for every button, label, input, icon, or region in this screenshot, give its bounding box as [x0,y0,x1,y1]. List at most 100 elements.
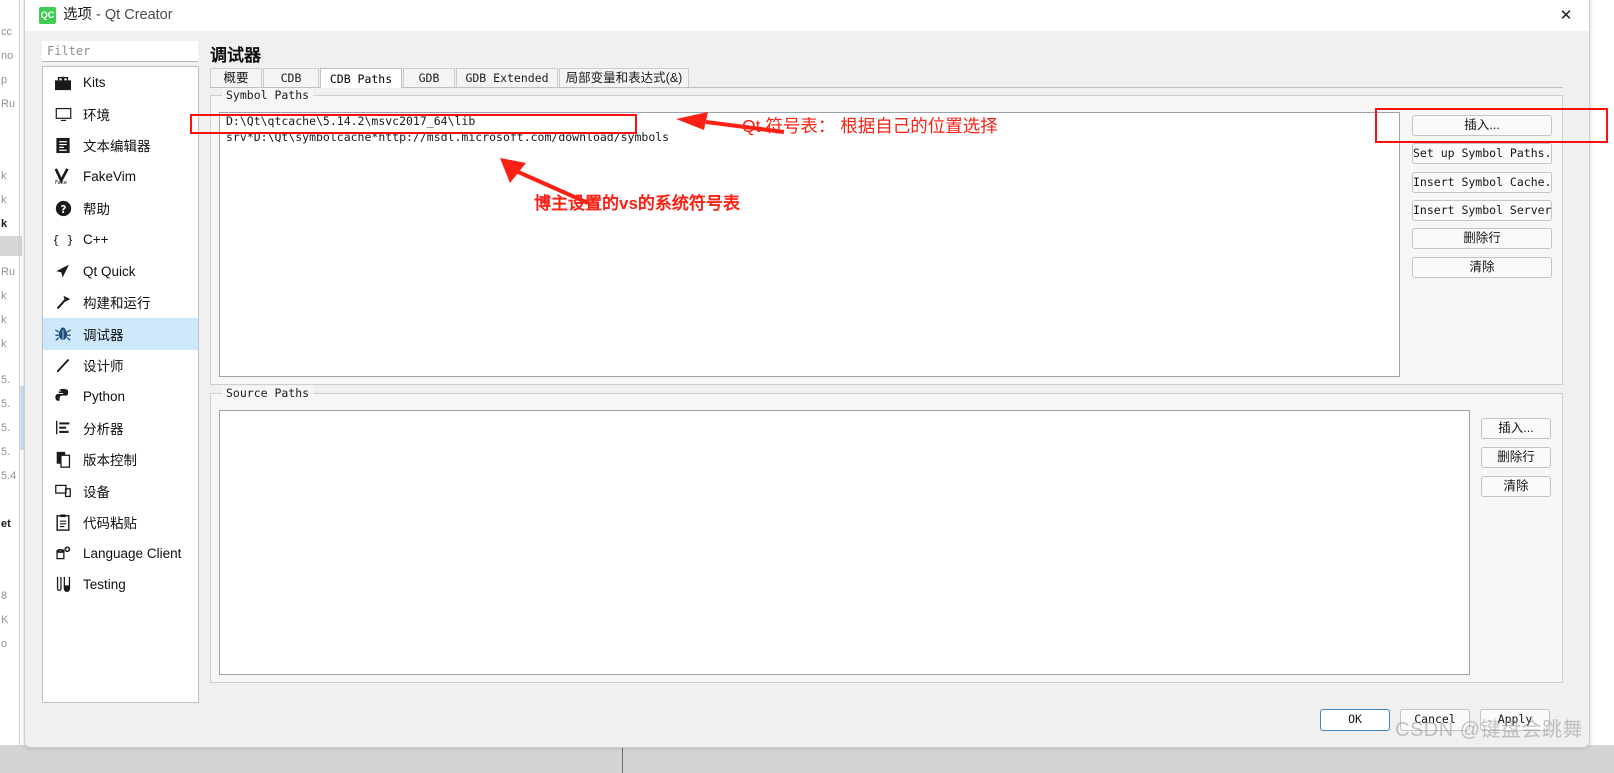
text-editor-icon [52,135,74,155]
sidebar-item-[interactable]: 设备 [43,475,198,506]
sidebar-item-label: 代码粘贴 [83,516,137,532]
symbol-paths-button-4[interactable]: 删除行 [1412,228,1552,250]
background-text-line: cc [1,26,12,38]
symbol-paths-button-5[interactable]: 清除 [1412,256,1552,278]
sidebar-item-label: 文本编辑器 [83,139,151,155]
ok-button[interactable]: OK [1320,709,1390,731]
source-paths-button-1[interactable]: 删除行 [1481,447,1551,468]
sidebar-item-label: 环境 [83,108,110,124]
sidebar-item-label: 构建和运行 [83,296,151,312]
sidebar-item-python[interactable]: Python [43,381,198,412]
sidebar-item-[interactable]: 分析器 [43,412,198,443]
version-control-icon [52,449,74,469]
pencil-icon [52,355,74,375]
source-paths-group-label: Source Paths [222,386,314,400]
sidebar-item-label: Python [83,389,126,405]
braces-icon: { } [52,230,74,250]
background-editor-strip: ccnopRukkkBuRukkk5.5.5.5.5.4et8Ko [0,0,24,773]
sidebar-item-label: 帮助 [83,202,110,218]
analyzer-icon [52,418,74,438]
close-icon[interactable]: ✕ [1543,0,1589,31]
settings-category-list[interactable]: Kits 环境文本编辑器 Fake FakeVim? 帮助 { } C++ Qt Quick 构… [42,66,199,703]
python-icon [52,387,74,407]
help-icon: ? [52,198,74,218]
sidebar-item-[interactable]: 代码粘贴 [43,506,198,537]
sidebar-item-[interactable]: 环境 [43,98,198,129]
background-text-line: p [1,74,8,86]
paper-plane-icon [52,261,74,281]
sidebar-item-label: 设计师 [83,359,124,375]
background-statusbar [0,745,1614,773]
symbol-paths-button-2[interactable]: Insert Symbol Cache... [1412,171,1552,193]
background-text-line: o [1,638,8,650]
sidebar-item-label: 设备 [83,484,110,500]
tab-cdb[interactable]: CDB [263,68,319,87]
symbol-paths-list[interactable]: D:\Qt\qtcache\5.14.2\msvc2017_64\lib srv*… [219,112,1400,377]
background-text-line: 5. [1,398,11,410]
background-text-line: 5. [1,422,11,434]
sidebar-item-label: Kits [83,75,106,91]
tab-tab0[interactable]: 概要 [210,68,262,87]
background-text-line: 5. [1,446,11,458]
svg-text:?: ? [60,205,66,216]
tab-cdb-paths[interactable]: CDB Paths [320,68,402,88]
background-text-line: Ru [1,98,16,110]
sidebar-item-label: FakeVim [83,169,137,185]
sidebar-item-fakevim[interactable]: Fake FakeVim [43,161,198,192]
dialog-titlebar: QC 选项 - Qt Creator ✕ [25,0,1589,31]
symbol-paths-button-3[interactable]: Insert Symbol Server... [1412,199,1552,221]
background-text-line: no [1,50,14,62]
screen-root: ccnopRukkkBuRukkk5.5.5.5.5.4et8Ko QC 选项 … [0,0,1614,773]
sidebar-item-label: Testing [83,577,126,593]
background-text-line: 8 [1,590,8,602]
tab-gdb-extended[interactable]: GDB Extended [456,68,558,87]
background-text-line: et [1,518,11,530]
sidebar-item-label: 版本控制 [83,453,137,469]
search-input[interactable] [42,41,198,62]
sidebar-item-kits[interactable]: Kits [43,67,198,98]
background-text-line: k [1,290,7,302]
sidebar-item-label: Language Client [83,546,182,562]
page-title: 调试器 [210,46,261,65]
bug-icon [52,324,74,344]
source-paths-list[interactable] [219,410,1470,675]
sidebar-item-[interactable]: 构建和运行 [43,287,198,318]
dialog-title-main: 选项 [63,7,92,23]
sidebar-item-label: 分析器 [83,421,124,437]
dialog-title: 选项 - Qt Creator [63,5,173,26]
sidebar-item-testing[interactable]: Testing [43,569,198,600]
tab-bar[interactable]: 概要 CDB CDB Paths GDB GDB Extended 局部变量和表达式(&) [210,68,1563,88]
qt-creator-logo-icon: QC [39,7,56,24]
source-paths-button-0[interactable]: 插入... [1481,418,1551,439]
background-statusbar-divider [622,745,623,773]
sidebar-item-label: Qt Quick [83,263,136,279]
hammer-icon [52,292,74,312]
sidebar-item-language-client[interactable]: Language Client [43,538,198,569]
symbol-paths-button-0[interactable]: 插入... [1412,115,1552,136]
sidebar-item-[interactable]: 版本控制 [43,444,198,475]
test-tube-icon [52,575,74,595]
background-text-line: 5. [1,374,11,386]
dialog-title-app: Qt Creator [104,7,173,23]
sidebar-item-label: 调试器 [83,327,124,343]
kit-icon [52,73,74,93]
tab-gdb[interactable]: GDB [403,68,455,87]
svg-text:Fake: Fake [55,180,68,185]
sidebar-item-[interactable]: 文本编辑器 [43,130,198,161]
watermark: CSDN @键盘会跳舞 [1395,719,1584,741]
background-text-line: k [1,218,8,230]
background-text-line: k [1,194,7,206]
sidebar-item-qt-quick[interactable]: Qt Quick [43,255,198,286]
sidebar-item-c[interactable]: { } C++ [43,224,198,255]
sidebar-item-[interactable]: 调试器 [43,318,198,350]
svg-text:{ }: { } [54,233,72,247]
background-text-line: 5.4 [1,470,17,482]
tab-tab5[interactable]: 局部变量和表达式(&) [559,68,689,87]
symbol-paths-button-1[interactable]: Set up Symbol Paths... [1412,143,1552,165]
sidebar-item-[interactable]: ? 帮助 [43,193,198,224]
annotation-label-2: 博主设置的vs的系统符号表 [534,194,740,213]
symbol-paths-group-label: Symbol Paths [222,88,314,102]
sidebar-item-[interactable]: 设计师 [43,350,198,381]
source-paths-button-2[interactable]: 清除 [1481,476,1551,497]
fakevim-icon: Fake [52,167,74,187]
